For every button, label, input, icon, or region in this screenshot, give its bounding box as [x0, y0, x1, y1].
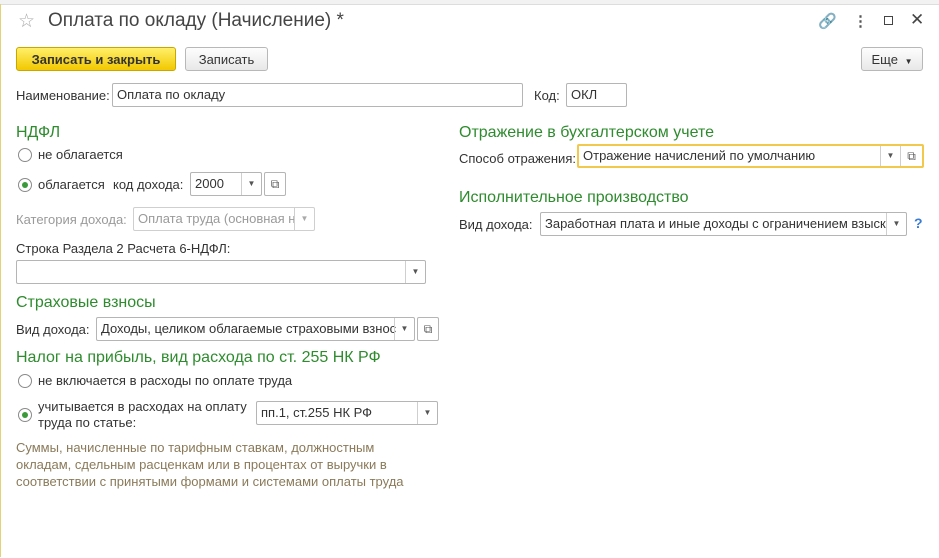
insurance-income-type-field[interactable]: Доходы, целиком облагаемые страховыми вз… [96, 317, 415, 341]
profit-tax-heading: Налог на прибыль, вид расхода по ст. 255… [16, 349, 381, 366]
income-code-dropdown-icon[interactable]: ▼ [241, 173, 261, 195]
save-and-close-button[interactable]: Записать и закрыть [16, 47, 176, 71]
accounting-method-field[interactable]: Отражение начислений по умолчанию ▼ ⧉ [577, 144, 924, 168]
enforcement-income-type-dropdown-icon[interactable]: ▼ [886, 213, 906, 235]
ndfl-heading: НДФЛ [16, 124, 61, 141]
more-actions-icon[interactable]: ⋮ [853, 12, 868, 30]
category-dropdown-icon: ▼ [294, 208, 314, 230]
accounting-method-value: Отражение начислений по умолчанию [583, 148, 816, 163]
chevron-down-icon: ▼ [904, 57, 913, 66]
close-icon[interactable]: ✕ [910, 10, 924, 30]
insurance-income-type-dropdown-icon[interactable]: ▼ [394, 318, 414, 340]
profit-article-value: пп.1, ст.255 НК РФ [261, 405, 373, 420]
accounting-heading: Отражение в бухгалтерском учете [459, 124, 714, 141]
ndfl-line-field[interactable]: ▼ [16, 260, 426, 284]
enforcement-heading: Исполнительное производство [459, 189, 689, 206]
code-field[interactable]: ОКЛ [566, 83, 627, 107]
ndfl-line-dropdown-icon[interactable]: ▼ [405, 261, 425, 283]
name-label: Наименование: [16, 88, 110, 103]
more-menu-button[interactable]: Еще ▼ [861, 47, 923, 71]
profit-article-field[interactable]: пп.1, ст.255 НК РФ ▼ [256, 401, 438, 425]
income-code-field[interactable]: 2000 ▼ [190, 172, 262, 196]
name-field[interactable]: Оплата по окладу [112, 83, 523, 107]
ndfl-not-taxed-radio[interactable] [18, 148, 32, 162]
accounting-method-open-icon[interactable]: ⧉ [900, 146, 922, 166]
profit-included-label-line1: учитывается в расходах на оплату [38, 399, 247, 414]
code-label: Код: [534, 88, 560, 103]
profit-included-label-line2: труда по статье: [38, 415, 137, 430]
category-label: Категория дохода: [16, 212, 127, 227]
profit-not-included-radio[interactable] [18, 374, 32, 388]
enforcement-income-type-label: Вид дохода: [459, 217, 533, 232]
link-icon[interactable]: 🔗 [818, 12, 837, 30]
insurance-heading: Страховые взносы [16, 294, 156, 311]
ndfl-not-taxed-label: не облагается [38, 147, 123, 162]
income-code-open-icon[interactable]: ⧉ [264, 172, 286, 196]
save-button[interactable]: Записать [185, 47, 268, 71]
window-title: Оплата по окладу (Начисление) * [48, 10, 344, 31]
insurance-income-type-label: Вид дохода: [16, 322, 90, 337]
enforcement-income-type-value: Заработная плата и иные доходы с огранич… [545, 216, 886, 231]
help-icon[interactable]: ? [914, 215, 923, 231]
accounting-method-label: Способ отражения: [459, 151, 576, 166]
profit-tax-note: Суммы, начисленные по тарифным ставкам, … [16, 440, 404, 489]
insurance-income-type-open-icon[interactable]: ⧉ [417, 317, 439, 341]
income-code-value: 2000 [195, 176, 224, 191]
profit-included-label: учитывается в расходах на оплату труда п… [38, 399, 247, 431]
ndfl-taxed-label: облагается [38, 177, 105, 192]
category-value: Оплата труда (основная н [138, 211, 296, 226]
insurance-income-type-value: Доходы, целиком облагаемые страховыми вз… [101, 321, 397, 336]
category-field: Оплата труда (основная н ▼ [133, 207, 315, 231]
maximize-icon[interactable] [884, 16, 893, 25]
income-code-label: код дохода: [113, 177, 184, 192]
more-menu-label: Еще [871, 52, 898, 67]
profit-included-radio[interactable] [18, 408, 32, 422]
profit-not-included-label: не включается в расходы по оплате труда [38, 373, 293, 388]
ndfl-line-label: Строка Раздела 2 Расчета 6-НДФЛ: [16, 241, 231, 256]
enforcement-income-type-field[interactable]: Заработная плата и иные доходы с огранич… [540, 212, 907, 236]
favorite-star-icon[interactable]: ☆ [18, 10, 35, 33]
ndfl-taxed-radio[interactable] [18, 178, 32, 192]
profit-article-dropdown-icon[interactable]: ▼ [417, 402, 437, 424]
accounting-method-dropdown-icon[interactable]: ▼ [880, 146, 900, 166]
